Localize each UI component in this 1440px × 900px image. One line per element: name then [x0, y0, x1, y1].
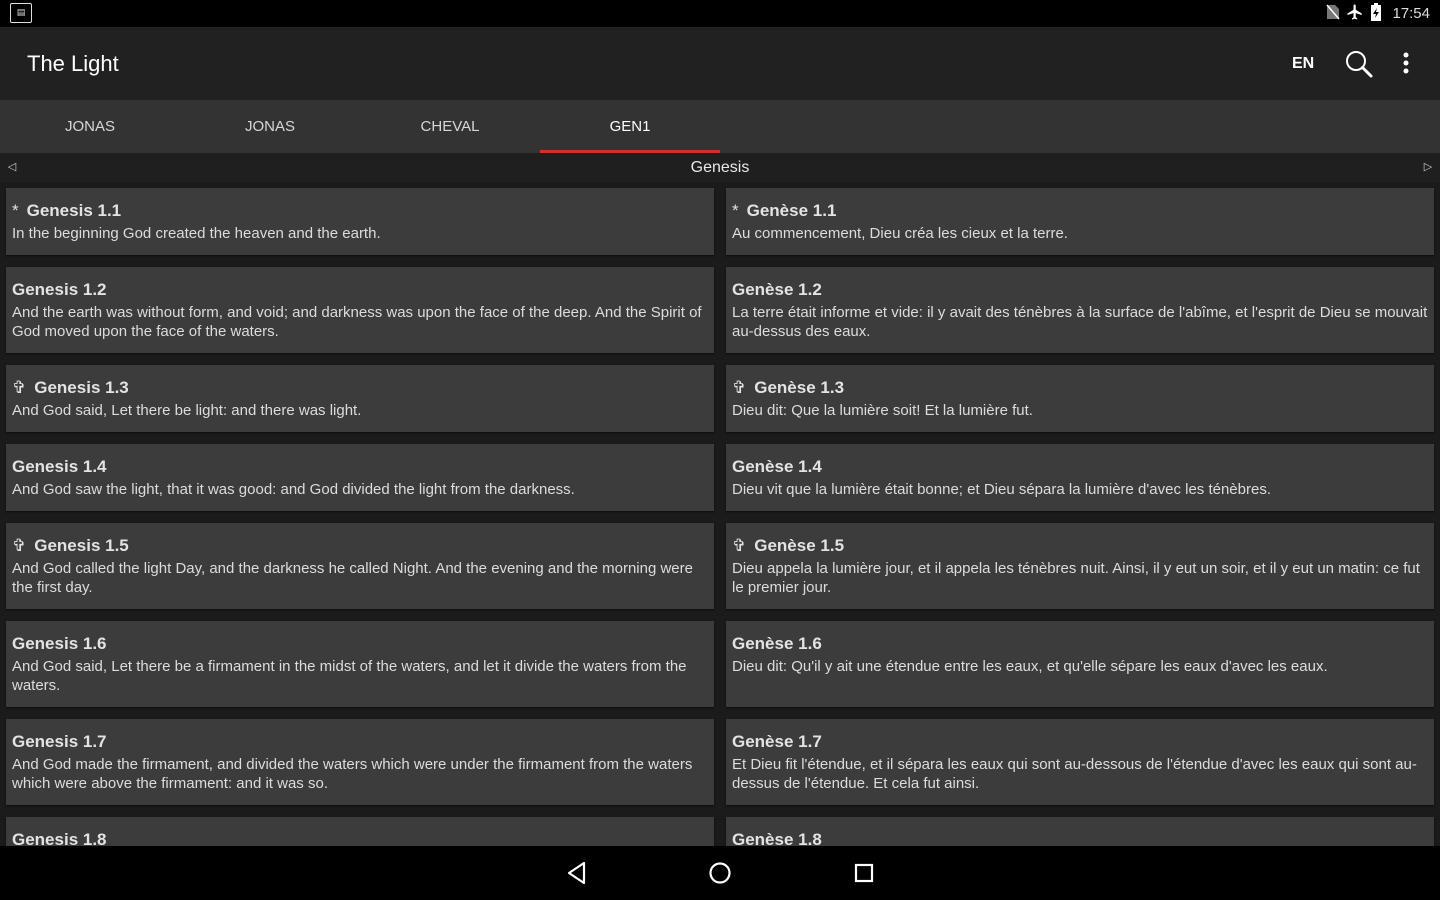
verse-text: Au commencement, Dieu créa les cieux et … — [732, 225, 1068, 242]
verse-card-right[interactable]: ✞ Genèse 1.5 Dieu appela la lumière jour,… — [726, 523, 1434, 609]
app-title: The Light — [27, 51, 119, 76]
verse-card-left[interactable]: Genesis 1.7 And God made the firmament, … — [6, 719, 714, 805]
verse-text: La terre était informe et vide: il y ava… — [732, 304, 1428, 340]
language-toggle-button[interactable]: EN — [1292, 27, 1314, 100]
app-root: ▤ 17:54 The Light EN JONAS JONAS CHEVAL … — [0, 0, 1440, 900]
verse-list[interactable]: * Genesis 1.1 In the beginning God create… — [0, 182, 1440, 846]
verse-text: And the earth was without form, and void… — [12, 304, 702, 340]
verse-text: Dieu dit: Qu'il y ait une étendue entre … — [732, 658, 1328, 675]
verse-text: And God said, Let there be a firmament i… — [12, 658, 687, 694]
verse-marker: * — [12, 201, 19, 220]
airplane-mode-icon — [1346, 3, 1364, 25]
overflow-menu-icon[interactable] — [1394, 49, 1418, 79]
verse-reference: ✞ Genesis 1.3 — [12, 378, 129, 397]
verse-reference: Genesis 1.6 — [12, 634, 107, 653]
verse-reference: ✞ Genesis 1.5 — [12, 536, 129, 555]
verse-card-left[interactable]: Genesis 1.6 And God said, Let there be a… — [6, 621, 714, 707]
verse-text: Dieu dit: Que la lumière soit! Et la lum… — [732, 402, 1033, 419]
app-toolbar: The Light EN — [0, 27, 1440, 100]
verse-reference: Genesis 1.8 — [12, 830, 107, 846]
verse-card-right[interactable]: Genèse 1.7 Et Dieu fit l'étendue, et il … — [726, 719, 1434, 805]
home-icon[interactable] — [706, 860, 734, 886]
app-notification-icon: ▤ — [10, 3, 32, 23]
verse-text: And God said, Let there be light: and th… — [12, 402, 362, 419]
cross-icon: ✞ — [12, 536, 27, 555]
verse-card-right[interactable]: ✞ Genèse 1.3 Dieu dit: Que la lumière soi… — [726, 365, 1434, 432]
verse-card-left[interactable]: ✞ Genesis 1.5 And God called the light Da… — [6, 523, 714, 609]
verse-text: And God saw the light, that it was good:… — [12, 481, 575, 498]
book-title: Genesis — [690, 159, 750, 176]
verse-reference: Genesis 1.7 — [12, 732, 107, 751]
book-navigator: Genesis ◁ ▷ — [0, 153, 1440, 182]
verse-text: Dieu vit que la lumière était bonne; et … — [732, 481, 1271, 498]
verse-card-right[interactable]: Genèse 1.2 La terre était informe et vid… — [726, 267, 1434, 353]
verse-reference: Genèse 1.7 — [732, 732, 822, 751]
verse-marker: * — [732, 201, 739, 220]
tab-bar: JONAS JONAS CHEVAL GEN1 — [0, 100, 1440, 153]
verse-text: Dieu appela la lumière jour, et il appel… — [732, 560, 1420, 596]
status-bar: ▤ 17:54 — [0, 0, 1440, 27]
battery-charging-icon — [1370, 2, 1382, 25]
recents-icon[interactable] — [850, 860, 878, 886]
verse-reference: Genesis 1.2 — [12, 280, 107, 299]
verse-reference: Genèse 1.6 — [732, 634, 822, 653]
verse-card-left[interactable]: ✞ Genesis 1.3 And God said, Let there be … — [6, 365, 714, 432]
verse-reference: Genèse 1.4 — [732, 457, 822, 476]
next-chapter-icon[interactable]: ▷ — [1418, 153, 1438, 182]
verse-card-left[interactable]: Genesis 1.8 — [6, 817, 714, 846]
cross-icon: ✞ — [732, 378, 747, 397]
verse-card-left[interactable]: Genesis 1.2 And the earth was without fo… — [6, 267, 714, 353]
verse-reference: ✞ Genèse 1.5 — [732, 536, 845, 555]
verse-text: Et Dieu fit l'étendue, et il sépara les … — [732, 756, 1417, 792]
verse-reference: * Genesis 1.1 — [12, 201, 122, 220]
verse-reference: Genèse 1.8 — [732, 830, 822, 846]
system-nav-bar — [0, 846, 1440, 900]
tab-cheval[interactable]: CHEVAL — [360, 100, 540, 153]
verse-card-right[interactable]: * Genèse 1.1 Au commencement, Dieu créa l… — [726, 188, 1434, 255]
tab-jonas-1[interactable]: JONAS — [0, 100, 180, 153]
previous-chapter-icon[interactable]: ◁ — [2, 153, 22, 182]
verse-text: And God made the firmament, and divided … — [12, 756, 693, 792]
verse-text: And God called the light Day, and the da… — [12, 560, 693, 596]
verse-text: In the beginning God created the heaven … — [12, 225, 381, 242]
verse-reference: Genesis 1.4 — [12, 457, 107, 476]
cross-icon: ✞ — [732, 536, 747, 555]
verse-card-left[interactable]: Genesis 1.4 And God saw the light, that … — [6, 444, 714, 511]
clock: 17:54 — [1392, 5, 1430, 22]
verse-reference: * Genèse 1.1 — [732, 201, 837, 220]
back-icon[interactable] — [563, 860, 591, 886]
tab-gen1[interactable]: GEN1 — [540, 100, 720, 153]
no-sim-icon — [1326, 4, 1341, 24]
verse-card-right[interactable]: Genèse 1.4 Dieu vit que la lumière était… — [726, 444, 1434, 511]
system-icons: 17:54 — [1326, 0, 1430, 27]
verse-card-left[interactable]: * Genesis 1.1 In the beginning God create… — [6, 188, 714, 255]
search-icon[interactable] — [1344, 49, 1374, 79]
cross-icon: ✞ — [12, 378, 27, 397]
tab-jonas-2[interactable]: JONAS — [180, 100, 360, 153]
verse-card-right[interactable]: Genèse 1.8 — [726, 817, 1434, 846]
verse-reference: Genèse 1.2 — [732, 280, 822, 299]
verse-card-right[interactable]: Genèse 1.6 Dieu dit: Qu'il y ait une éte… — [726, 621, 1434, 707]
verse-reference: ✞ Genèse 1.3 — [732, 378, 845, 397]
